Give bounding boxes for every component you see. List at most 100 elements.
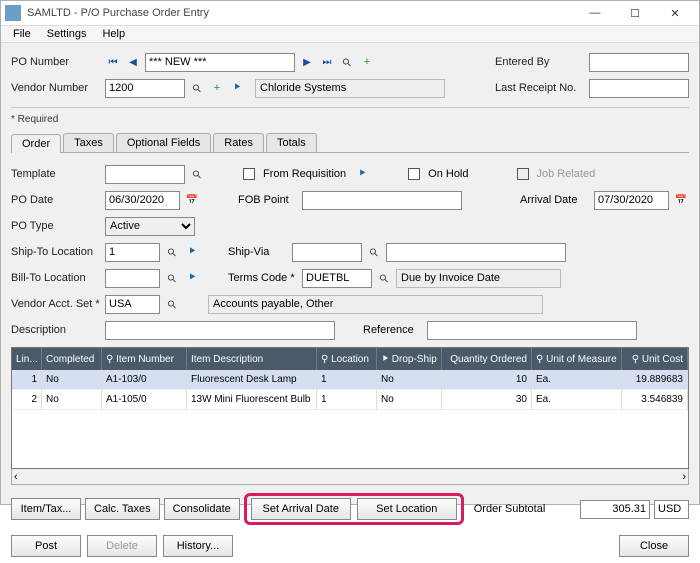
on-hold-checkbox[interactable] (408, 168, 420, 180)
order-tab-body: Template From Requisition ⯈ On Hold Job … (11, 157, 689, 525)
reference-label: Reference (363, 324, 423, 336)
billto-drill-icon[interactable]: ⯈ (184, 270, 200, 286)
po-date-input[interactable] (105, 191, 180, 210)
arrival-date-label: Arrival Date (520, 194, 590, 206)
tab-taxes[interactable]: Taxes (63, 133, 114, 152)
shipto-drill-icon[interactable]: ⯈ (184, 244, 200, 260)
close-button[interactable]: Close (619, 535, 689, 557)
tab-totals[interactable]: Totals (266, 133, 317, 152)
billto-search-icon[interactable] (164, 270, 180, 286)
history-button[interactable]: History... (163, 535, 233, 557)
subtotal-value (580, 500, 650, 519)
tabs: Order Taxes Optional Fields Rates Totals (11, 133, 689, 153)
app-icon (5, 5, 21, 21)
col-line[interactable]: Lin... (12, 348, 42, 370)
po-search-icon[interactable] (339, 54, 355, 70)
template-label: Template (11, 168, 101, 180)
grid-hscroll[interactable]: ‹› (11, 469, 689, 485)
description-input[interactable] (105, 321, 335, 340)
col-completed[interactable]: Completed (42, 348, 102, 370)
col-loc[interactable]: ⚲ Location (317, 348, 377, 370)
template-search-icon[interactable] (189, 166, 205, 182)
vendor-acct-desc: Accounts payable, Other (208, 295, 543, 314)
shipvia-input[interactable] (292, 243, 362, 262)
billto-input[interactable] (105, 269, 160, 288)
vendor-acct-label: Vendor Acct. Set * (11, 298, 101, 310)
col-desc[interactable]: Item Description (187, 348, 317, 370)
grid-body[interactable]: 1 No A1-103/0 Fluorescent Desk Lamp 1 No… (12, 370, 688, 468)
prev-record-icon[interactable]: ◀ (125, 54, 141, 70)
menu-help[interactable]: Help (96, 26, 131, 42)
menu-settings[interactable]: Settings (41, 26, 93, 42)
tab-order[interactable]: Order (11, 134, 61, 153)
vendor-name: Chloride Systems (255, 79, 445, 98)
po-type-select[interactable]: Active (105, 217, 195, 236)
fob-point-input[interactable] (302, 191, 462, 210)
shipto-search-icon[interactable] (164, 244, 180, 260)
col-uom[interactable]: ⚲ Unit of Measure (532, 348, 622, 370)
titlebar: SAMLTD - P/O Purchase Order Entry — ☐ ✕ (1, 1, 699, 26)
calc-taxes-button[interactable]: Calc. Taxes (85, 498, 160, 520)
vendor-number-label: Vendor Number (11, 82, 101, 94)
shipvia-desc[interactable] (386, 243, 566, 262)
next-record-icon[interactable]: ▶ (299, 54, 315, 70)
terms-label: Terms Code * (228, 272, 298, 284)
vendor-add-icon[interactable]: + (209, 80, 225, 96)
col-qty[interactable]: Quantity Ordered (442, 348, 532, 370)
consolidate-button[interactable]: Consolidate (164, 498, 240, 520)
first-record-icon[interactable]: ⏮ (105, 54, 121, 70)
po-type-label: PO Type (11, 220, 101, 232)
post-button[interactable]: Post (11, 535, 81, 557)
shipvia-label: Ship-Via (228, 246, 288, 258)
currency-value (654, 500, 689, 519)
minimize-button[interactable]: — (575, 1, 615, 25)
vendor-search-icon[interactable] (189, 80, 205, 96)
table-row[interactable]: 1 No A1-103/0 Fluorescent Desk Lamp 1 No… (12, 370, 688, 390)
maximize-button[interactable]: ☐ (615, 1, 655, 25)
close-window-button[interactable]: ✕ (655, 1, 695, 25)
po-date-calendar-icon[interactable] (184, 192, 200, 208)
vendor-acct-input[interactable] (105, 295, 160, 314)
arrival-date-input[interactable] (594, 191, 669, 210)
menubar: File Settings Help (1, 26, 699, 43)
table-row[interactable]: 2 No A1-105/0 13W Mini Fluorescent Bulb … (12, 390, 688, 410)
template-input[interactable] (105, 165, 185, 184)
terms-input[interactable] (302, 269, 372, 288)
required-legend: * Required (11, 114, 687, 125)
set-arrival-date-button[interactable]: Set Arrival Date (251, 498, 351, 520)
menu-file[interactable]: File (7, 26, 37, 42)
set-location-button[interactable]: Set Location (357, 498, 457, 520)
po-number-input[interactable] (145, 53, 295, 72)
on-hold-label: On Hold (428, 168, 468, 180)
arrival-date-calendar-icon[interactable] (673, 192, 689, 208)
col-dropship[interactable]: ⯈ Drop-Ship (377, 348, 442, 370)
col-cost[interactable]: ⚲ Unit Cost (622, 348, 688, 370)
vendor-number-input[interactable] (105, 79, 185, 98)
shipto-input[interactable] (105, 243, 160, 262)
from-requisition-drill-icon[interactable]: ⯈ (354, 166, 370, 182)
last-record-icon[interactable]: ⏭ (319, 54, 335, 70)
terms-desc: Due by Invoice Date (396, 269, 561, 288)
scroll-right-icon[interactable]: › (682, 471, 686, 483)
tab-optional-fields[interactable]: Optional Fields (116, 133, 211, 152)
vendor-acct-search-icon[interactable] (164, 296, 180, 312)
tab-rates[interactable]: Rates (213, 133, 264, 152)
shipvia-search-icon[interactable] (366, 244, 382, 260)
last-receipt-label: Last Receipt No. (495, 82, 585, 94)
item-tax-button[interactable]: Item/Tax... (11, 498, 81, 520)
fob-point-label: FOB Point (238, 194, 298, 206)
scroll-left-icon[interactable]: ‹ (14, 471, 18, 483)
new-icon[interactable]: + (359, 54, 375, 70)
job-related-label: Job Related (537, 168, 596, 180)
vendor-drill-icon[interactable]: ⯈ (229, 80, 245, 96)
window-title: SAMLTD - P/O Purchase Order Entry (27, 7, 575, 19)
last-receipt-field (589, 79, 689, 98)
terms-search-icon[interactable] (376, 270, 392, 286)
col-item[interactable]: ⚲ Item Number (102, 348, 187, 370)
footer: Post Delete History... Close (1, 531, 699, 563)
from-requisition-checkbox[interactable] (243, 168, 255, 180)
po-date-label: PO Date (11, 194, 101, 206)
grid-header: Lin... Completed ⚲ Item Number Item Desc… (12, 348, 688, 370)
reference-input[interactable] (427, 321, 637, 340)
from-requisition-label: From Requisition (263, 168, 346, 180)
